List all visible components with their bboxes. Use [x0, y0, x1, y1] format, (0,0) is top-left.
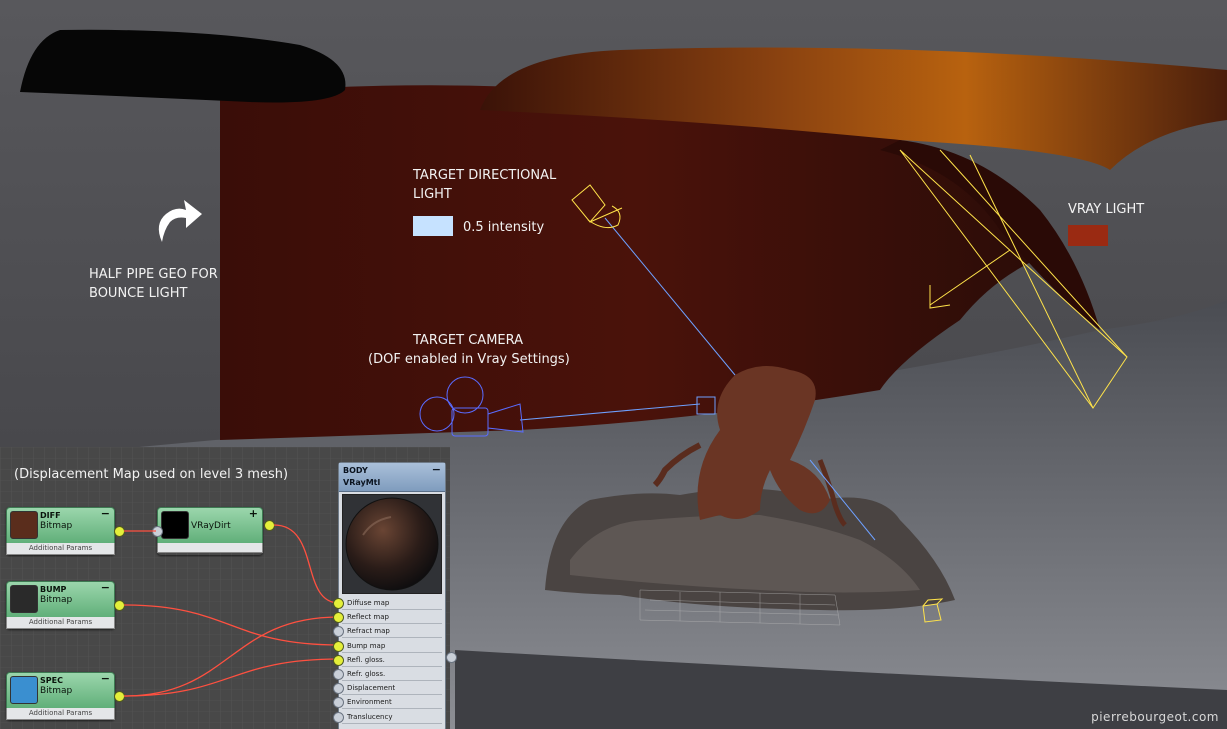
diff-node-title: DIFF	[40, 511, 61, 520]
diff-thumbnail	[10, 511, 38, 539]
vraymtl-node[interactable]: BODY VRayMtl − Diffuse map Reflect map Ref…	[338, 462, 446, 729]
vraymtl-type: VRayMtl	[343, 478, 381, 487]
vraymtl-header[interactable]: BODY VRayMtl −	[339, 463, 445, 492]
material-preview-sphere	[342, 494, 442, 594]
material-slot-input-port[interactable]	[333, 654, 344, 666]
spec-node-title: SPEC	[40, 676, 63, 685]
bump-thumbnail	[10, 585, 38, 613]
expand-button[interactable]: +	[249, 507, 258, 520]
material-slot[interactable]: Bump map	[342, 640, 442, 653]
bump-bitmap-node[interactable]: BUMP Bitmap − Additional Params	[6, 581, 115, 629]
diff-output-port[interactable]	[114, 526, 125, 537]
directional-light-label-line-2: LIGHT	[413, 187, 452, 202]
material-slot-input-port[interactable]	[333, 640, 344, 652]
material-slot[interactable]: Refr. gloss.	[342, 668, 442, 681]
bump-node-type: Bitmap	[40, 595, 73, 605]
collapse-button[interactable]: −	[101, 507, 110, 520]
material-slot[interactable]: Displacement	[342, 682, 442, 696]
collapse-button[interactable]: −	[101, 581, 110, 594]
material-slot-input-port[interactable]	[333, 669, 344, 680]
vraydirt-thumbnail	[161, 511, 189, 539]
material-slot[interactable]: Diffuse map	[342, 597, 442, 610]
camera-note-label: (DOF enabled in Vray Settings)	[368, 352, 570, 367]
material-slot[interactable]: Translucency	[342, 711, 442, 724]
material-slot[interactable]: Environment	[342, 696, 442, 710]
directional-light-label: TARGET DIRECTIONAL LIGHT	[413, 166, 556, 204]
directional-light-color-swatch[interactable]	[413, 216, 453, 236]
collapse-button[interactable]: −	[101, 672, 110, 685]
spec-bitmap-node[interactable]: SPEC Bitmap − Additional Params	[6, 672, 115, 720]
material-slot[interactable]: Refract map	[342, 625, 442, 639]
additional-params-rollout[interactable]: Additional Params	[6, 708, 115, 720]
camera-label: TARGET CAMERA	[413, 333, 524, 348]
diff-bitmap-node[interactable]: DIFF Bitmap − Additional Params	[6, 507, 115, 555]
material-slot-input-port[interactable]	[333, 711, 344, 723]
intensity-label: 0.5 intensity	[463, 220, 545, 235]
half-pipe-label-line-2: BOUNCE LIGHT	[89, 286, 188, 301]
collapse-button[interactable]: −	[432, 463, 441, 476]
material-slot[interactable]: Refl. gloss.	[342, 654, 442, 667]
viewport[interactable]: HALF PIPE GEO FOR BOUNCE LIGHT TARGET DI…	[0, 0, 1227, 729]
additional-params-rollout[interactable]: Additional Params	[6, 617, 115, 629]
half-pipe-label: HALF PIPE GEO FOR BOUNCE LIGHT	[89, 265, 218, 303]
vraydirt-output-port[interactable]	[264, 520, 275, 531]
spec-node-type: Bitmap	[40, 686, 73, 696]
vray-light-color-swatch[interactable]	[1068, 225, 1108, 246]
directional-light-label-line-1: TARGET DIRECTIONAL	[413, 168, 557, 183]
spec-output-port[interactable]	[114, 691, 125, 702]
vraymtl-title: BODY	[343, 466, 368, 475]
bump-node-title: BUMP	[40, 585, 67, 594]
half-pipe-label-line-1: HALF PIPE GEO FOR	[89, 267, 218, 282]
bump-output-port[interactable]	[114, 600, 125, 611]
material-slot-input-port[interactable]	[333, 598, 344, 609]
spec-thumbnail	[10, 676, 38, 704]
curved-arrow-icon	[158, 200, 202, 242]
vraydirt-node-type: VRayDirt	[191, 521, 231, 531]
additional-params-rollout[interactable]: Additional Params	[6, 543, 115, 555]
vraydirt-node[interactable]: VRayDirt +	[157, 507, 263, 555]
material-slot[interactable]: Reflect map	[342, 611, 442, 625]
vraymtl-output-port[interactable]	[446, 652, 457, 663]
vray-light-label: VRAY LIGHT	[1068, 202, 1145, 217]
node-footer	[157, 543, 263, 553]
vraydirt-input-port[interactable]	[152, 526, 163, 537]
displacement-note: (Displacement Map used on level 3 mesh)	[14, 467, 289, 482]
diff-node-type: Bitmap	[40, 521, 73, 531]
watermark: pierrebourgeot.com	[1091, 710, 1219, 724]
